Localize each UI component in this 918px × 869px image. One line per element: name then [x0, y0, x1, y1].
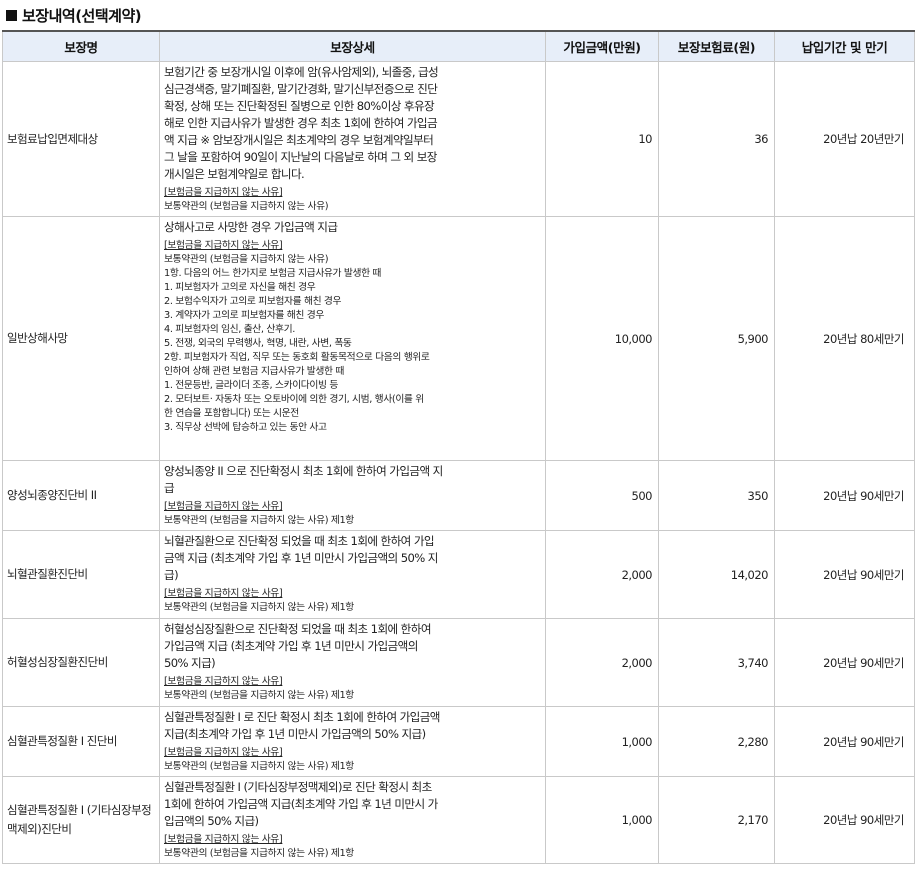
coverage-description-line: 허혈성심장질환으로 진단확정 되었을 때 최초 1회에 한하여: [164, 622, 431, 636]
coverage-description-line: 해로 인한 지급사유가 발생한 경우 최초 1회에 한하여 가입금: [164, 116, 438, 130]
header-payment-term: 납입기간 및 만기: [774, 30, 915, 62]
section-title: 보장내역(선택계약): [6, 4, 142, 26]
coverage-description-line: 지급(최초계약 가입 후 1년 미만시 가입금액의 50% 지급): [164, 727, 426, 741]
payment-term: 20년납 90세만기: [774, 618, 915, 707]
coverage-description-line: 액 지급 ※ 암보장개시일은 최초계약의 경우 보험계약일부터: [164, 133, 434, 147]
coverage-name: 심혈관특정질환 I (기타심장부정맥제외)진단비: [2, 776, 160, 864]
exclusion-line: 1항. 다음의 어느 한가지로 보험금 지급사유가 발생한 때: [164, 268, 382, 279]
coverage-name: 허혈성심장질환진단비: [2, 618, 160, 707]
coverage-detail: 양성뇌종양 II 으로 진단확정시 최초 1회에 한하여 가입금액 지급 [보험금…: [159, 460, 546, 531]
exclusion-line: 3. 계약자가 고의로 피보험자를 해친 경우: [164, 310, 324, 321]
exclusion-line: 2. 보험수익자가 고의로 피보험자를 해친 경우: [164, 296, 342, 307]
coverage-description-line: 심혈관특정질환 I (기타심장부정맥제외)로 진단 확정시 최초: [164, 780, 432, 794]
header-coverage-name: 보장명: [2, 30, 160, 62]
payment-term: 20년납 90세만기: [774, 460, 915, 531]
coverage-detail: 심혈관특정질환 I (기타심장부정맥제외)로 진단 확정시 최초 1회에 한하여 …: [159, 776, 546, 864]
table-row: 뇌혈관질환진단비 뇌혈관질환으로 진단확정 되었을 때 최초 1회에 한하여 가입…: [2, 530, 915, 619]
exclusion-line: 보통약관의 (보험금을 지급하지 않는 사유): [164, 254, 329, 265]
exclusion-line: 3. 직무상 선박에 탑승하고 있는 동안 사고: [164, 422, 327, 433]
insured-amount: 10,000: [545, 216, 659, 461]
insured-amount: 1,000: [545, 706, 659, 777]
coverage-name: 심혈관특정질환 I 진단비: [2, 706, 160, 777]
coverage-name: 뇌혈관질환진단비: [2, 530, 160, 619]
exclusion-line: 1. 전문등반, 글라이더 조종, 스카이다이빙 등: [164, 380, 338, 391]
exclusion-header: [보험금을 지급하지 않는 사유]: [164, 588, 283, 599]
coverage-description-line: 급: [164, 481, 175, 495]
coverage-description-line: 심근경색증, 말기폐질환, 말기간경화, 말기신부전증으로 진단: [164, 82, 438, 96]
coverage-description-line: 50% 지급): [164, 656, 216, 670]
exclusion-header: [보험금을 지급하지 않는 사유]: [164, 834, 283, 845]
exclusion-header: [보험금을 지급하지 않는 사유]: [164, 240, 283, 251]
table-row: 양성뇌종양진단비 II 양성뇌종양 II 으로 진단확정시 최초 1회에 한하여 …: [2, 460, 915, 531]
insured-amount: 10: [545, 61, 659, 217]
exclusion-line: 보통약관의 (보험금을 지급하지 않는 사유): [164, 201, 329, 212]
exclusion-line: 2항. 피보험자가 직업, 직무 또는 동호회 활동목적으로 다음의 행위로: [164, 352, 430, 363]
exclusion-header: [보험금을 지급하지 않는 사유]: [164, 676, 283, 687]
insured-amount: 500: [545, 460, 659, 531]
coverage-table: 보장명 보장상세 가입금액(만원) 보장보험료(원) 납입기간 및 만기 보험료…: [2, 30, 915, 864]
coverage-description-line: 양성뇌종양 II 으로 진단확정시 최초 1회에 한하여 가입금액 지: [164, 464, 443, 478]
premium: 2,280: [658, 706, 775, 777]
table-row: 일반상해사망 상해사고로 사망한 경우 가입금액 지급 [보험금을 지급하지 않는 …: [2, 216, 915, 461]
coverage-description-line: 상해사고로 사망한 경우 가입금액 지급: [164, 220, 338, 234]
table-row: 심혈관특정질환 I (기타심장부정맥제외)진단비 심혈관특정질환 I (기타심장부…: [2, 776, 915, 864]
coverage-description-line: 확정, 상해 또는 진단확정된 질병으로 인한 80%이상 후유장: [164, 99, 435, 113]
table-header-row: 보장명 보장상세 가입금액(만원) 보장보험료(원) 납입기간 및 만기: [2, 30, 915, 62]
payment-term: 20년납 90세만기: [774, 530, 915, 619]
coverage-description-line: 1회에 한하여 가입금액 지급(최초계약 가입 후 1년 미만시 가: [164, 797, 438, 811]
coverage-name: 일반상해사망: [2, 216, 160, 461]
coverage-detail: 뇌혈관질환으로 진단확정 되었을 때 최초 1회에 한하여 가입금액 지급 (최…: [159, 530, 546, 619]
table-row: 심혈관특정질환 I 진단비 심혈관특정질환 I 로 진단 확정시 최초 1회에 한…: [2, 706, 915, 777]
coverage-detail: 상해사고로 사망한 경우 가입금액 지급 [보험금을 지급하지 않는 사유] 보통약…: [159, 216, 546, 461]
exclusion-line: 2. 모터보트· 자동차 또는 오토바이에 의한 경기, 시범, 행사(이를 위: [164, 394, 424, 405]
coverage-detail: 심혈관특정질환 I 로 진단 확정시 최초 1회에 한하여 가입금액지급(최초계…: [159, 706, 546, 777]
insured-amount: 1,000: [545, 776, 659, 864]
payment-term: 20년납 90세만기: [774, 706, 915, 777]
table-row: 보험료납입면제대상 보험기간 중 보장개시일 이후에 암(유사암제외), 뇌졸중,…: [2, 61, 915, 217]
exclusion-header: [보험금을 지급하지 않는 사유]: [164, 501, 283, 512]
coverage-detail: 보험기간 중 보장개시일 이후에 암(유사암제외), 뇌졸중, 급성심근경색증,…: [159, 61, 546, 217]
coverage-description-line: 심혈관특정질환 I 로 진단 확정시 최초 1회에 한하여 가입금액: [164, 710, 440, 724]
header-coverage-detail: 보장상세: [159, 30, 546, 62]
coverage-description-line: 입금액의 50% 지급): [164, 814, 259, 828]
table-row: 허혈성심장질환진단비 허혈성심장질환으로 진단확정 되었을 때 최초 1회에 한하…: [2, 618, 915, 707]
payment-term: 20년납 20년만기: [774, 61, 915, 217]
premium: 2,170: [658, 776, 775, 864]
premium: 350: [658, 460, 775, 531]
coverage-name: 보험료납입면제대상: [2, 61, 160, 217]
payment-term: 20년납 90세만기: [774, 776, 915, 864]
exclusion-line: 한 연습을 포함합니다) 또는 시운전: [164, 408, 299, 419]
header-premium: 보장보험료(원): [658, 30, 775, 62]
payment-term: 20년납 80세만기: [774, 216, 915, 461]
premium: 5,900: [658, 216, 775, 461]
coverage-detail: 허혈성심장질환으로 진단확정 되었을 때 최초 1회에 한하여가입금액 지급 (…: [159, 618, 546, 707]
coverage-description-line: 보험기간 중 보장개시일 이후에 암(유사암제외), 뇌졸중, 급성: [164, 65, 439, 79]
exclusion-header: [보험금을 지급하지 않는 사유]: [164, 747, 283, 758]
insured-amount: 2,000: [545, 618, 659, 707]
exclusion-line: 보통약관의 (보험금을 지급하지 않는 사유) 제1항: [164, 690, 354, 701]
premium: 14,020: [658, 530, 775, 619]
exclusion-line: 보통약관의 (보험금을 지급하지 않는 사유) 제1항: [164, 848, 354, 859]
exclusion-line: 인하여 상해 관련 보험금 지급사유가 발생한 때: [164, 366, 344, 377]
exclusion-line: 1. 피보험자가 고의로 자신을 해친 경우: [164, 282, 316, 293]
exclusion-line: 5. 전쟁, 외국의 무력행사, 혁명, 내란, 사변, 폭동: [164, 338, 352, 349]
square-bullet-icon: [6, 9, 17, 21]
exclusion-line: 보통약관의 (보험금을 지급하지 않는 사유) 제1항: [164, 602, 354, 613]
coverage-description-line: 그 날을 포함하여 90일이 지난날의 다음날로 하며 그 외 보장: [164, 150, 437, 164]
exclusion-line: 보통약관의 (보험금을 지급하지 않는 사유) 제1항: [164, 515, 354, 526]
exclusion-header: [보험금을 지급하지 않는 사유]: [164, 187, 283, 198]
premium: 36: [658, 61, 775, 217]
coverage-description-line: 가입금액 지급 (최초계약 가입 후 1년 미만시 가입금액의: [164, 639, 418, 653]
exclusion-line: 4. 피보험자의 임신, 출산, 산후기.: [164, 324, 295, 335]
header-insured-amount: 가입금액(만원): [545, 30, 659, 62]
exclusion-line: 보통약관의 (보험금을 지급하지 않는 사유) 제1항: [164, 761, 354, 772]
coverage-description-line: 금액 지급 (최초계약 가입 후 1년 미만시 가입금액의 50% 지: [164, 551, 438, 565]
coverage-description-line: 급): [164, 568, 179, 582]
coverage-description-line: 개시일은 보험계약일로 합니다.: [164, 167, 305, 181]
coverage-description-line: 뇌혈관질환으로 진단확정 되었을 때 최초 1회에 한하여 가입: [164, 534, 435, 548]
insured-amount: 2,000: [545, 530, 659, 619]
coverage-name: 양성뇌종양진단비 II: [2, 460, 160, 531]
premium: 3,740: [658, 618, 775, 707]
section-title-text: 보장내역(선택계약): [22, 6, 142, 25]
